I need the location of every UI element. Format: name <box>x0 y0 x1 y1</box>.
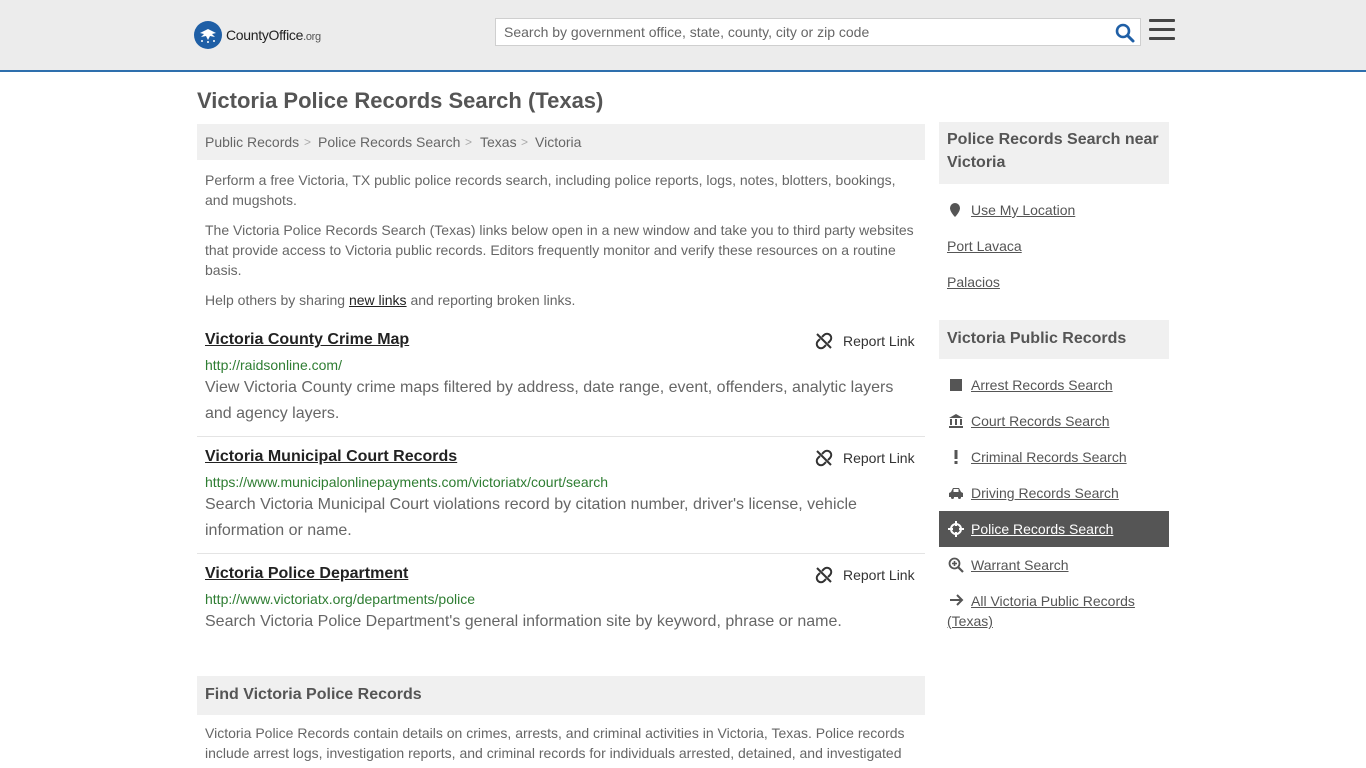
use-my-location-link[interactable]: Use My Location <box>947 200 1075 220</box>
magnifier-plus-icon <box>948 557 964 573</box>
sidebar-item-police-records[interactable]: Police Records Search <box>939 511 1169 547</box>
intro-paragraph-3: Help others by sharing new links and rep… <box>205 290 915 310</box>
breadcrumb: Public Records > Police Records Search >… <box>197 124 925 160</box>
sidebar-item-label: All Victoria Public Records (Texas) <box>947 593 1135 629</box>
logo-text: CountyOffice.org <box>226 27 321 43</box>
hamburger-menu-icon[interactable] <box>1149 19 1175 41</box>
breadcrumb-item-public-records[interactable]: Public Records <box>205 124 299 160</box>
location-pin-icon <box>950 203 960 217</box>
find-section-header: Find Victoria Police Records <box>197 676 925 715</box>
sidebar-item-label: Court Records Search <box>971 413 1110 429</box>
sidebar-item-court-records[interactable]: Court Records Search <box>939 403 1169 439</box>
page-title: Victoria Police Records Search (Texas) <box>197 88 604 113</box>
report-link-label: Report Link <box>843 333 915 349</box>
result-title-link[interactable]: Victoria Police Department <box>205 565 408 583</box>
broken-link-icon <box>815 332 833 350</box>
public-records-box: Victoria Public Records <box>939 320 1169 359</box>
search-input[interactable] <box>496 19 1104 45</box>
intro-share-text: Help others by sharing <box>205 292 349 308</box>
sidebar-item-label: Warrant Search <box>971 557 1069 573</box>
breadcrumb-separator: > <box>521 135 529 149</box>
nearby-link-palacios[interactable]: Palacios <box>947 272 1000 292</box>
find-section-description: Victoria Police Records contain details … <box>205 725 905 761</box>
breadcrumb-item-victoria: Victoria <box>535 134 582 150</box>
nearby-box: Police Records Search near Victoria <box>939 122 1169 184</box>
crosshair-icon <box>948 521 964 537</box>
breadcrumb-item-police-records-search[interactable]: Police Records Search <box>318 124 460 160</box>
result-description: View Victoria County crime maps filtered… <box>205 379 894 422</box>
sidebar-item-driving-records[interactable]: Driving Records Search <box>939 475 1169 511</box>
result-description: Search Victoria Police Department's gene… <box>205 613 842 630</box>
sidebar-item-criminal-records[interactable]: Criminal Records Search <box>939 439 1169 475</box>
result-title-link[interactable]: Victoria County Crime Map <box>205 331 409 349</box>
breadcrumb-separator: > <box>304 135 312 149</box>
sidebar-item-all-public-records[interactable]: All Victoria Public Records (Texas) <box>939 583 1169 629</box>
report-link-button[interactable]: Report Link <box>815 448 915 468</box>
intro-paragraph-2: The Victoria Police Records Search (Texa… <box>205 222 914 278</box>
intro-share-text-end: and reporting broken links. <box>406 292 576 308</box>
nearby-link-port-lavaca[interactable]: Port Lavaca <box>947 236 1022 256</box>
result-url: http://www.victoriatx.org/departments/po… <box>205 591 476 607</box>
result-title-link[interactable]: Victoria Municipal Court Records <box>205 448 457 466</box>
search-bar <box>495 18 1141 46</box>
find-section-title: Find Victoria Police Records <box>205 686 422 703</box>
logo-text-main: CountyOffice <box>226 27 304 43</box>
sidebar-item-label: Criminal Records Search <box>971 449 1127 465</box>
result-divider <box>197 553 925 554</box>
report-link-button[interactable]: Report Link <box>815 331 915 351</box>
breadcrumb-item-texas[interactable]: Texas <box>480 124 517 160</box>
report-link-label: Report Link <box>843 567 915 583</box>
public-records-title: Victoria Public Records <box>947 330 1127 347</box>
result-divider <box>197 436 925 437</box>
use-my-location-label: Use My Location <box>971 202 1076 218</box>
site-header: CountyOffice.org <box>0 0 1366 72</box>
site-logo[interactable]: CountyOffice.org <box>194 20 321 50</box>
search-icon[interactable] <box>1114 22 1136 44</box>
report-link-button[interactable]: Report Link <box>815 565 915 585</box>
report-link-label: Report Link <box>843 450 915 466</box>
new-links-link[interactable]: new links <box>349 292 407 308</box>
breadcrumb-separator: > <box>465 135 473 149</box>
intro-paragraph-1: Perform a free Victoria, TX public polic… <box>205 172 896 208</box>
result-url: http://raidsonline.com/ <box>205 357 342 373</box>
nearby-title: Police Records Search near Victoria <box>947 131 1159 171</box>
courthouse-icon <box>948 413 964 429</box>
square-icon <box>948 377 964 393</box>
sidebar-item-warrant-search[interactable]: Warrant Search <box>939 547 1169 583</box>
sidebar-item-label: Driving Records Search <box>971 485 1119 501</box>
broken-link-icon <box>815 566 833 584</box>
sidebar-item-arrest-records[interactable]: Arrest Records Search <box>939 367 1169 403</box>
broken-link-icon <box>815 449 833 467</box>
result-description: Search Victoria Municipal Court violatio… <box>205 496 857 539</box>
car-icon <box>948 485 964 501</box>
exclamation-icon <box>948 449 964 465</box>
eagle-seal-icon <box>194 21 222 49</box>
result-url: https://www.municipalonlinepayments.com/… <box>205 474 609 490</box>
logo-text-suffix: .org <box>303 31 321 43</box>
sidebar-item-label: Arrest Records Search <box>971 377 1113 393</box>
sidebar-item-label: Police Records Search <box>971 521 1114 537</box>
